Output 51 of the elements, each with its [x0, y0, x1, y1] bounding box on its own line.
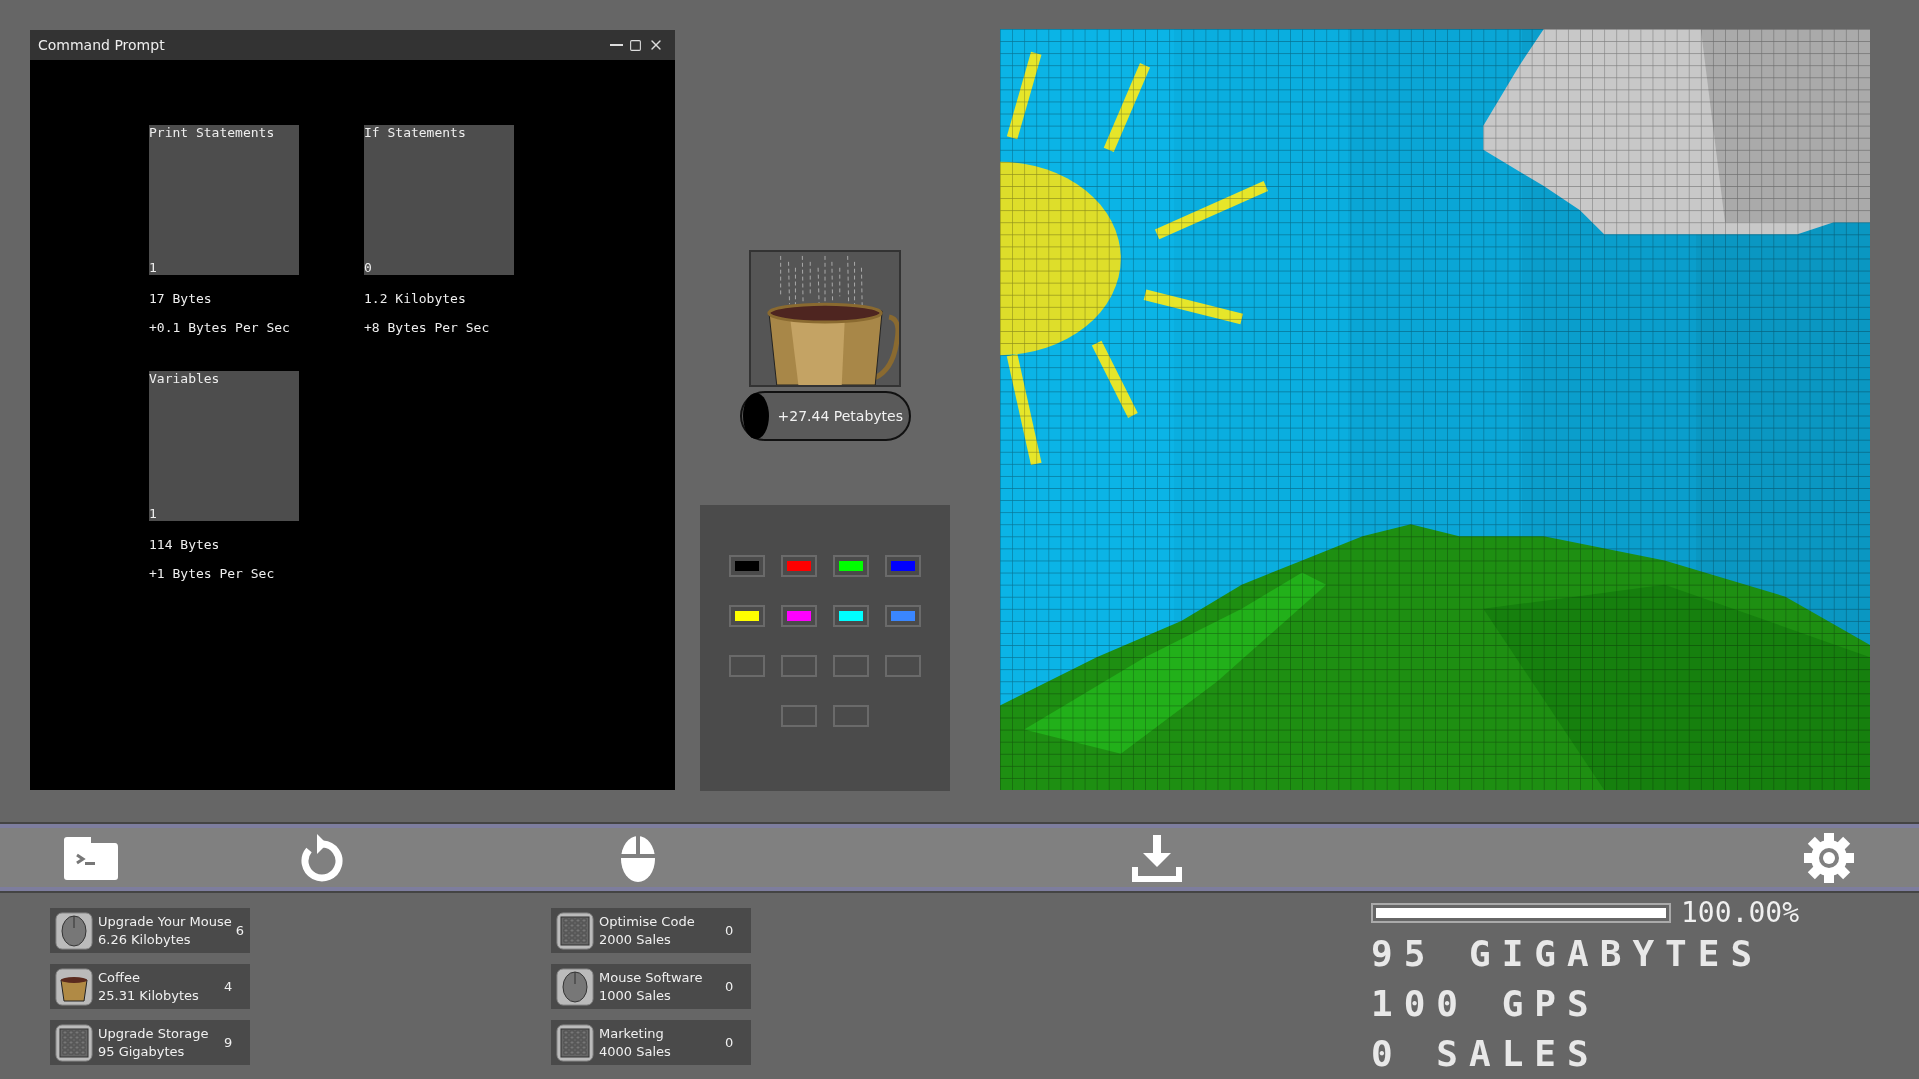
card-title: If Statements — [364, 125, 467, 140]
color-swatch[interactable] — [833, 555, 869, 577]
card-count: 1 — [149, 506, 158, 521]
empty-swatch-slot[interactable] — [781, 705, 817, 727]
producer-cost: 17 Bytes — [149, 291, 213, 306]
empty-swatch-slot[interactable] — [781, 655, 817, 677]
grid-chip-icon — [555, 1022, 595, 1063]
upgrade-button[interactable]: Mouse Software 1000 Sales 0 — [551, 964, 751, 1009]
upgrade-button[interactable]: Marketing 4000 Sales 0 — [551, 1020, 751, 1065]
producer-rate: +1 Bytes Per Sec — [149, 566, 276, 581]
pixel-art-drawing[interactable] — [1000, 29, 1870, 790]
producer-cost: 1.2 Kilobytes — [364, 291, 467, 306]
color-swatch[interactable] — [781, 605, 817, 627]
producer-rate: +8 Bytes Per Sec — [364, 320, 491, 335]
window-title: Command Prompt — [38, 37, 166, 53]
cylinder-end-icon — [741, 392, 772, 440]
storage-percent: 100.00% — [1681, 896, 1799, 929]
mouse-icon — [555, 966, 595, 1007]
stat-counter: 0 SALES — [1371, 1032, 1601, 1076]
minimize-button[interactable] — [607, 44, 626, 46]
stat-counter: 100 GPS — [1371, 982, 1601, 1026]
color-swatch[interactable] — [885, 605, 921, 627]
grid-chip-icon — [54, 1022, 94, 1063]
card-count: 1 — [149, 260, 158, 275]
producer-card[interactable]: If Statements 0 — [364, 125, 514, 275]
grid-chip-icon — [555, 910, 595, 951]
upgrade-button[interactable]: Optimise Code 2000 Sales 0 — [551, 908, 751, 953]
maximize-icon — [629, 38, 642, 52]
mouse-icon — [54, 910, 94, 951]
empty-swatch-slot[interactable] — [833, 655, 869, 677]
color-swatch[interactable] — [729, 555, 765, 577]
stat-counter: 95 GIGABYTES — [1371, 932, 1765, 976]
producer-cost: 114 Bytes — [149, 537, 221, 552]
color-swatch[interactable] — [781, 555, 817, 577]
minimize-icon — [610, 44, 623, 46]
card-count: 0 — [364, 260, 373, 275]
producer-card[interactable]: Variables 1 — [149, 371, 299, 521]
coffee-bonus-text: +27.44 Petabytes — [777, 408, 903, 424]
color-swatch[interactable] — [885, 555, 921, 577]
card-title: Print Statements — [149, 125, 276, 140]
empty-swatch-slot[interactable] — [833, 705, 869, 727]
empty-swatch-slot[interactable] — [885, 655, 921, 677]
upgrade-button[interactable]: Coffee 25.31 Kilobytes 4 — [50, 964, 250, 1009]
card-title: Variables — [149, 371, 221, 386]
color-swatch[interactable] — [729, 605, 765, 627]
producer-card[interactable]: Print Statements 1 — [149, 125, 299, 275]
coffee-cup-icon — [54, 966, 94, 1007]
color-swatch[interactable] — [833, 605, 869, 627]
empty-swatch-slot[interactable] — [729, 655, 765, 677]
upgrade-button[interactable]: Upgrade Storage 95 Gigabytes 9 — [50, 1020, 250, 1065]
producer-rate: +0.1 Bytes Per Sec — [149, 320, 291, 335]
